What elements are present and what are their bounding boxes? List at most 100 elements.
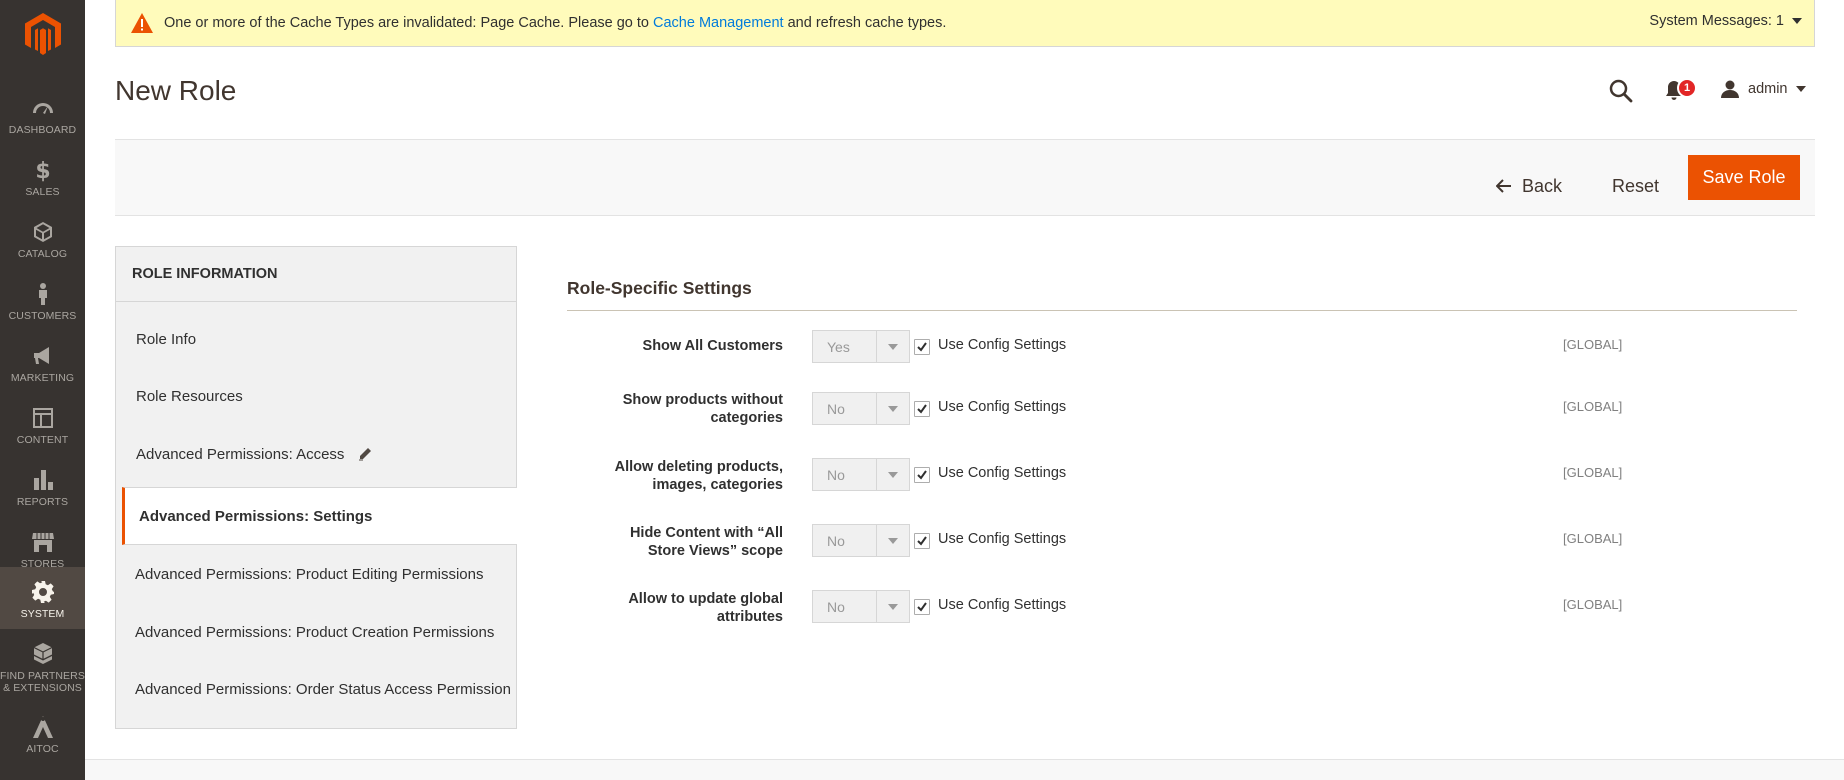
allow-update-global-attributes-select[interactable]: No [812, 590, 910, 623]
nav-label-line: & EXTENSIONS [3, 682, 82, 694]
use-config-checkbox[interactable] [914, 599, 930, 615]
nav-marketing[interactable]: MARKETING [0, 331, 85, 393]
use-config-label[interactable]: Use Config Settings [938, 465, 1066, 481]
tab-order-status-access-permission[interactable]: Advanced Permissions: Order Status Acces… [115, 660, 515, 718]
nav-label: SYSTEM [20, 608, 65, 620]
layout-icon [32, 408, 53, 428]
hide-content-all-store-views-select[interactable]: No [812, 524, 910, 557]
aitoc-icon [32, 716, 53, 738]
tab-label: Role Resources [136, 387, 243, 405]
field-label: Allow to update global attributes [583, 590, 783, 626]
field-label-line: Allow deleting products, [614, 459, 783, 475]
megaphone-icon [33, 347, 49, 364]
back-button[interactable]: Back [1496, 166, 1562, 206]
nav-label-line: FIND PARTNERS [0, 670, 85, 682]
nav-label: REPORTS [16, 496, 69, 508]
nav-aitoc[interactable]: AITOC [0, 702, 85, 770]
show-products-without-categories-select[interactable]: No [812, 392, 910, 425]
field-label-line: attributes [716, 609, 783, 625]
tab-product-creation-permissions[interactable]: Advanced Permissions: Product Creation P… [115, 603, 515, 661]
search-icon[interactable] [1608, 78, 1634, 104]
use-config-label[interactable]: Use Config Settings [938, 531, 1066, 547]
nav-reports[interactable]: REPORTS [0, 455, 85, 517]
divider [116, 301, 516, 302]
message-text-before: One or more of the Cache Types are inval… [164, 15, 653, 31]
scope-label: [GLOBAL] [1563, 597, 1623, 612]
nav-content[interactable]: CONTENT [0, 393, 85, 455]
system-messages-toggle[interactable]: System Messages: 1 [1649, 13, 1802, 29]
allow-deleting-products-select[interactable]: No [812, 458, 910, 491]
tabs-title: ROLE INFORMATION [132, 266, 278, 282]
cache-management-link[interactable]: Cache Management [653, 15, 784, 31]
caret-down-icon [1792, 18, 1802, 24]
scope-label: [GLOBAL] [1563, 337, 1623, 352]
tab-label: Advanced Permissions: Order Status Acces… [135, 680, 511, 698]
field-label: Show All Customers [583, 337, 783, 355]
nav-system[interactable]: SYSTEM [0, 567, 85, 629]
tab-label: Advanced Permissions: Settings [139, 507, 373, 525]
magento-logo[interactable] [0, 0, 85, 68]
use-config-label[interactable]: Use Config Settings [938, 399, 1066, 415]
section-divider [567, 310, 1797, 311]
select-arrow-icon [888, 472, 898, 478]
select-arrow-icon [888, 406, 898, 412]
field-label-line: Allow to update global [628, 591, 783, 607]
checkmark-icon [917, 342, 927, 352]
nav-find-partners[interactable]: FIND PARTNERS & EXTENSIONS [0, 629, 85, 697]
svg-text:$: $ [35, 159, 50, 182]
nav-customers[interactable]: CUSTOMERS [0, 269, 85, 331]
dollar-icon: $ [35, 159, 50, 182]
save-role-button[interactable]: Save Role [1688, 155, 1800, 200]
nav-label: MARKETING [10, 372, 75, 384]
use-config-checkbox[interactable] [914, 401, 930, 417]
reset-button[interactable]: Reset [1612, 166, 1659, 206]
tab-advanced-permissions-access[interactable]: Advanced Permissions: Access [116, 425, 516, 483]
use-config-checkbox[interactable] [914, 339, 930, 355]
message-text-after: and refresh cache types. [783, 15, 947, 31]
checkmark-icon [917, 404, 927, 414]
tab-role-info[interactable]: Role Info [116, 310, 516, 368]
select-value: No [827, 598, 845, 615]
tab-advanced-permissions-settings[interactable]: Advanced Permissions: Settings [122, 487, 517, 545]
system-message-bar: One or more of the Cache Types are inval… [115, 0, 1815, 47]
tab-product-editing-permissions[interactable]: Advanced Permissions: Product Editing Pe… [115, 545, 515, 603]
nav-label: AITOC [26, 743, 59, 755]
tab-role-resources[interactable]: Role Resources [116, 367, 516, 425]
nav-catalog[interactable]: CATALOG [0, 207, 85, 269]
checkmark-icon [917, 470, 927, 480]
nav-label: SALES [25, 186, 60, 198]
select-value: Yes [827, 338, 850, 355]
user-icon [1721, 80, 1739, 98]
tab-label: Advanced Permissions: Access [136, 445, 345, 463]
nav-label: DASHBOARD [8, 124, 77, 136]
admin-user-menu[interactable]: admin [1720, 80, 1806, 98]
nav-dashboard[interactable]: DASHBOARD [0, 83, 85, 145]
nav-label: CATALOG [17, 248, 68, 260]
use-config-label[interactable]: Use Config Settings [938, 337, 1066, 353]
field-label-line: Store Views” scope [647, 543, 783, 559]
page-title: New Role [115, 75, 237, 106]
use-config-checkbox[interactable] [914, 467, 930, 483]
show-all-customers-select[interactable]: Yes [812, 330, 910, 363]
field-label: Hide Content with “All Store Views” scope [583, 524, 783, 560]
nav-sales[interactable]: $ SALES [0, 145, 85, 207]
tab-label: Advanced Permissions: Product Editing Pe… [135, 565, 484, 583]
boxes-icon [33, 643, 52, 664]
select-value: No [827, 466, 845, 483]
field-label-line: Show All Customers [642, 338, 783, 354]
select-separator [876, 459, 877, 490]
field-label-line: Hide Content with “All [629, 525, 783, 541]
select-separator [876, 331, 877, 362]
warning-icon [131, 13, 153, 33]
checkmark-icon [917, 602, 927, 612]
use-config-checkbox[interactable] [914, 533, 930, 549]
select-separator [876, 525, 877, 556]
system-message-text: One or more of the Cache Types are inval… [164, 15, 946, 31]
notification-badge: 1 [1677, 78, 1697, 98]
bar-chart-icon [33, 470, 53, 490]
nav-label: CONTENT [16, 434, 69, 446]
page-footer [85, 759, 1844, 780]
use-config-label[interactable]: Use Config Settings [938, 597, 1066, 613]
admin-sidebar: DASHBOARD $ SALES CATALOG CUSTOMERS MARK… [0, 0, 85, 780]
magento-logo-icon [24, 13, 61, 55]
